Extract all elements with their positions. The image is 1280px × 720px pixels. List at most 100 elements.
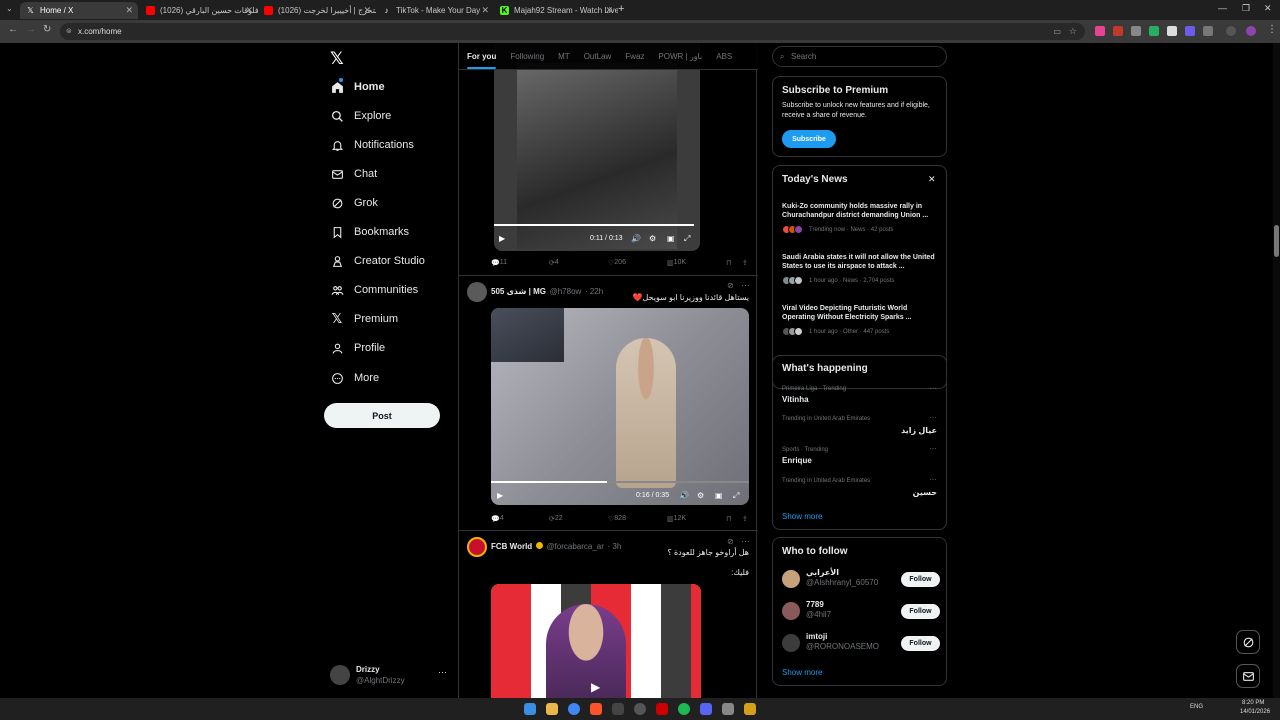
tab-youtube-1[interactable]: (1026) فلوقات حسين البارقي - ... ✕ — [140, 2, 258, 19]
profile-avatar-icon[interactable] — [1226, 26, 1236, 36]
close-icon[interactable]: ✕ — [928, 174, 936, 185]
repost-button[interactable]: ⟳ 22 — [549, 515, 563, 523]
tab-youtube-2[interactable]: (1026) فلوق التخرج | أخيييرا لخرجت... ✕ — [258, 2, 376, 19]
video-progress-track[interactable] — [491, 481, 749, 483]
post-video[interactable]: ▶ 0:16 / 0:35 🔊 ⚙ ▣ ⤢ — [491, 308, 749, 505]
follow-button[interactable]: Follow — [901, 572, 940, 587]
like-button[interactable]: ♡ 828 — [608, 515, 626, 523]
file-explorer-icon[interactable] — [546, 703, 558, 715]
avatar[interactable] — [467, 282, 487, 302]
more-dots-icon[interactable]: ··· — [929, 475, 937, 484]
like-button[interactable]: ♡ 206 — [608, 259, 626, 267]
more-dots-icon[interactable]: ··· — [741, 536, 750, 546]
reload-icon[interactable]: ↻ — [43, 24, 51, 35]
share-icon[interactable]: ⇪ — [742, 259, 748, 267]
cast-icon[interactable]: ▭ — [1053, 23, 1061, 40]
extension-icon[interactable] — [1167, 26, 1177, 36]
news-headline[interactable]: Viral Video Depicting Futuristic World O… — [782, 304, 942, 322]
more-dots-icon[interactable]: ··· — [929, 384, 937, 393]
trend-item[interactable]: Trending in United Arab Emirates عيال زا… — [773, 413, 946, 442]
play-icon[interactable]: ▶ — [499, 234, 505, 243]
fullscreen-icon[interactable]: ⤢ — [684, 234, 690, 244]
close-tab-icon[interactable]: ✕ — [481, 5, 489, 16]
discord-icon[interactable] — [700, 703, 712, 715]
post-video[interactable]: ▶ — [491, 584, 701, 698]
video-progress-track[interactable] — [494, 224, 694, 226]
settings-icon[interactable]: ⚙ — [649, 234, 656, 243]
search-input[interactable]: ⌕ Search — [772, 46, 947, 67]
grok-floating-button[interactable] — [1236, 630, 1260, 654]
app-icon[interactable] — [634, 703, 646, 715]
brave-icon[interactable] — [590, 703, 602, 715]
subscribe-button[interactable]: Subscribe — [782, 130, 836, 148]
extension-icon[interactable] — [1131, 26, 1141, 36]
page-scrollbar[interactable] — [1273, 43, 1280, 698]
tab-following[interactable]: Following — [510, 52, 544, 61]
news-headline[interactable]: Kuki-Zo community holds massive rally in… — [782, 202, 942, 220]
nav-grok[interactable]: Grok — [330, 192, 378, 214]
nav-premium[interactable]: 𝕏 Premium — [330, 308, 398, 330]
grok-icon[interactable]: ⊘ — [727, 281, 734, 290]
new-tab-icon[interactable]: + — [618, 3, 624, 15]
profile-avatar-icon[interactable] — [1246, 26, 1256, 36]
bookmark-icon[interactable]: ⊓ — [726, 515, 731, 523]
follow-suggestion[interactable]: 7789 @4hil7 Follow — [773, 600, 946, 622]
maximize-icon[interactable]: ❐ — [1242, 3, 1250, 14]
nav-chat[interactable]: Chat — [330, 163, 377, 185]
extensions-puzzle-icon[interactable] — [1203, 26, 1213, 36]
nav-bookmarks[interactable]: Bookmarks — [330, 221, 409, 243]
tab-tiktok[interactable]: ♪ TikTok - Make Your Day ✕ — [376, 2, 494, 19]
scrollbar-thumb[interactable] — [1274, 225, 1279, 257]
nav-notifications[interactable]: Notifications — [330, 134, 414, 156]
reply-button[interactable]: 💬 4 — [491, 515, 504, 523]
start-icon[interactable] — [524, 703, 536, 715]
tab-search-icon[interactable]: ⌄ — [6, 4, 13, 13]
tab-x-home[interactable]: 𝕏 Home / X ✕ — [20, 2, 138, 19]
spotify-icon[interactable] — [678, 703, 690, 715]
bookmark-star-icon[interactable]: ☆ — [1069, 23, 1077, 40]
play-icon[interactable]: ▶ — [591, 680, 600, 694]
follow-suggestion[interactable]: imtoji @RORONOASEMO Follow — [773, 632, 946, 654]
more-dots-icon[interactable]: ··· — [929, 444, 937, 453]
trend-item[interactable]: Trending in United Arab Emirates حسين ··… — [773, 475, 946, 504]
grok-icon[interactable]: ⊘ — [727, 537, 734, 546]
extension-icon[interactable] — [1095, 26, 1105, 36]
address-bar[interactable]: ⊜ x.com/home ▭ ☆ — [60, 23, 1085, 40]
browser-menu-icon[interactable]: ⋮ — [1267, 24, 1277, 35]
reply-button[interactable]: 💬 11 — [491, 259, 507, 267]
nav-creator-studio[interactable]: Creator Studio — [330, 250, 425, 272]
pip-icon[interactable]: ▣ — [715, 491, 723, 500]
clock-date[interactable]: 14/01/2026 — [1240, 709, 1270, 715]
site-info-icon[interactable]: ⊜ — [66, 23, 72, 40]
nav-explore[interactable]: Explore — [330, 105, 391, 127]
tab-for-you[interactable]: For you — [467, 52, 497, 69]
tab-powr[interactable]: POWR | باور — [658, 52, 702, 61]
app-icon[interactable] — [656, 703, 668, 715]
follow-suggestion[interactable]: الأعرابي @Alshhranyl_60570 Follow — [773, 568, 946, 590]
show-more-link[interactable]: Show more — [782, 668, 822, 677]
post-video[interactable]: ▶ 0:11 / 0:13 🔊 ⚙ ▣ ⤢ — [494, 43, 700, 251]
close-tab-icon[interactable]: ✕ — [605, 5, 613, 16]
fullscreen-icon[interactable]: ⤢ — [733, 491, 739, 501]
account-switcher[interactable]: Drizzy @AlghtDrizzy ··· — [330, 662, 450, 688]
nav-more[interactable]: More — [330, 367, 379, 389]
nav-communities[interactable]: Communities — [330, 279, 418, 301]
news-headline[interactable]: Saudi Arabia states it will not allow th… — [782, 253, 942, 271]
more-dots-icon[interactable]: ··· — [929, 413, 937, 422]
close-tab-icon[interactable]: ✕ — [245, 5, 253, 16]
post-button[interactable]: Post — [324, 403, 440, 428]
x-logo-icon[interactable]: 𝕏 — [330, 49, 344, 69]
close-tab-icon[interactable]: ✕ — [363, 5, 371, 16]
views-button[interactable]: ▥ 10K — [667, 259, 686, 267]
trend-item[interactable]: Sports · Trending Enrique ··· — [773, 444, 946, 473]
volume-icon[interactable]: 🔊 — [631, 234, 641, 243]
repost-button[interactable]: ⟳ 4 — [549, 259, 559, 267]
follow-button[interactable]: Follow — [901, 604, 940, 619]
minimize-icon[interactable]: — — [1218, 3, 1227, 13]
tab-kick[interactable]: K Majah92 Stream - Watch Live o... ✕ — [494, 2, 618, 19]
nav-home[interactable]: Home — [330, 76, 385, 98]
follow-button[interactable]: Follow — [901, 636, 940, 651]
share-icon[interactable]: ⇪ — [742, 515, 748, 523]
volume-icon[interactable]: 🔊 — [679, 491, 689, 500]
tab-mt[interactable]: MT — [558, 52, 570, 61]
